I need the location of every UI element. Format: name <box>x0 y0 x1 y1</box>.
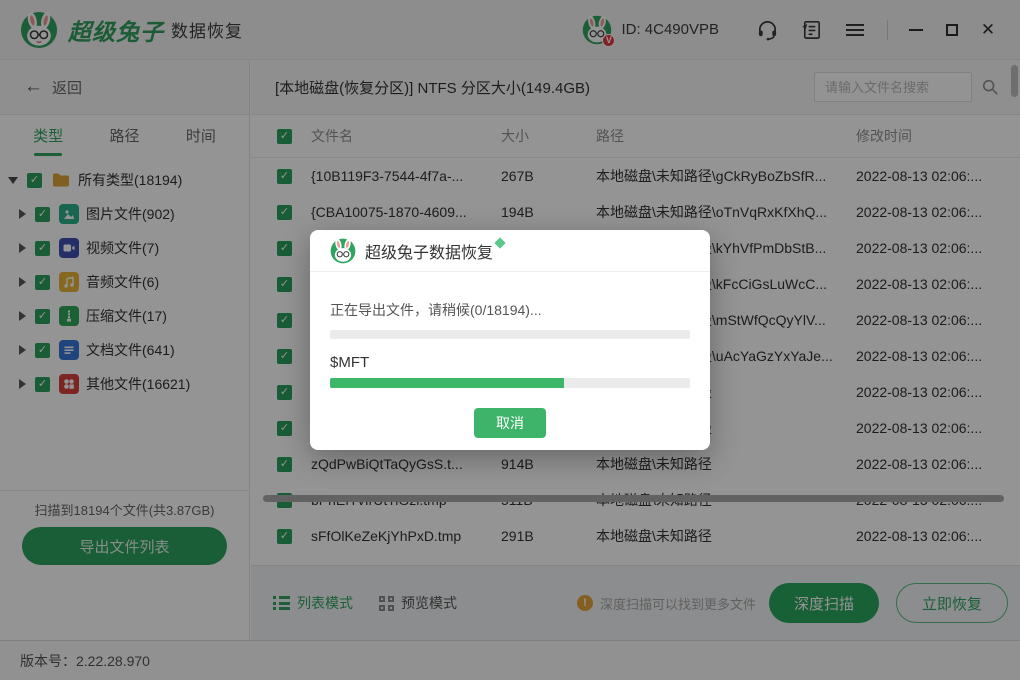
cancel-button[interactable]: 取消 <box>474 408 546 438</box>
overall-progress-bar <box>330 330 690 339</box>
dialog-header: 超级兔子数据恢复 <box>310 230 710 272</box>
dialog-body: 正在导出文件，请稍候(0/18194)... $MFT 取消 <box>310 300 710 438</box>
diamond-icon <box>494 237 505 248</box>
current-progress-bar <box>330 378 690 388</box>
export-status-text: 正在导出文件，请稍候(0/18194)... <box>330 300 690 320</box>
dialog-title: 超级兔子数据恢复 <box>365 239 493 263</box>
export-progress-dialog: 超级兔子数据恢复 正在导出文件，请稍候(0/18194)... $MFT 取消 <box>310 230 710 450</box>
dialog-rabbit-logo-icon <box>330 238 356 264</box>
current-progress-fill <box>330 378 564 388</box>
current-file-label: $MFT <box>330 354 690 371</box>
